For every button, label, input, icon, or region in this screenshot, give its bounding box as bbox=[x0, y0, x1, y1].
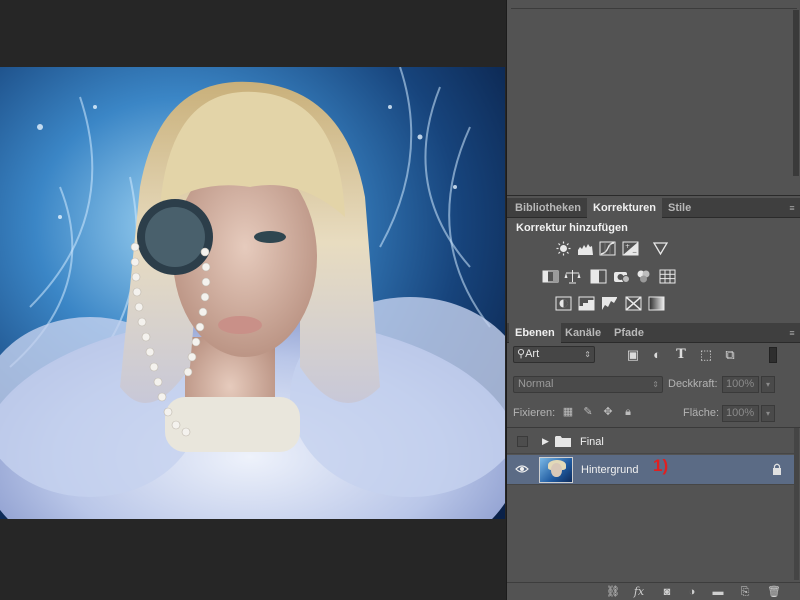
tab-libraries[interactable]: Bibliotheken bbox=[509, 198, 587, 218]
threshold-icon[interactable] bbox=[601, 296, 618, 311]
layers-bottom-bar: ⛓ fx ◙ ◑ ▬ ⎘ 🗑︎ bbox=[507, 582, 800, 600]
opacity-label: Deckkraft: bbox=[668, 378, 718, 390]
invert-icon[interactable] bbox=[555, 296, 572, 311]
link-icon[interactable]: ⛓ bbox=[605, 585, 621, 599]
levels-icon[interactable] bbox=[577, 241, 594, 256]
fx-icon[interactable]: fx bbox=[631, 585, 647, 599]
visibility-toggle[interactable] bbox=[517, 436, 528, 447]
vibrance-icon[interactable] bbox=[652, 241, 669, 256]
panel-menu-icon[interactable]: ≡ bbox=[787, 328, 797, 338]
photo-filter-icon[interactable] bbox=[613, 269, 630, 284]
panel-scrollbar[interactable] bbox=[793, 10, 799, 176]
exposure-icon[interactable]: + − bbox=[622, 241, 639, 256]
fill-label: Fläche: bbox=[683, 407, 720, 419]
adjustment-layer-icon[interactable]: ◑ bbox=[684, 585, 700, 599]
brightness-contrast-icon[interactable] bbox=[555, 241, 572, 256]
new-layer-icon[interactable]: ⎘ bbox=[737, 585, 753, 599]
opacity-dropdown[interactable]: ▾ bbox=[761, 376, 775, 393]
filter-pixel-icon[interactable]: ▣ bbox=[625, 347, 641, 363]
photo-illustration bbox=[0, 67, 505, 519]
lock-label: Fixieren: bbox=[513, 407, 556, 419]
opacity-field[interactable]: 100% bbox=[722, 376, 759, 393]
layers-list: ▶ Final Hintergrund 1) bbox=[507, 427, 800, 583]
blend-mode-select[interactable]: Normal ⇕ bbox=[513, 376, 663, 393]
adjustments-tabbar: Bibliotheken Korrekturen Stile ≡ bbox=[507, 198, 800, 218]
layer-name: Final bbox=[580, 436, 604, 448]
adjustments-title: Korrektur hinzufügen bbox=[516, 222, 628, 234]
annotation-label: 1) bbox=[653, 456, 669, 475]
mask-icon[interactable]: ◙ bbox=[659, 585, 675, 599]
expand-arrow-icon[interactable]: ▶ bbox=[542, 436, 549, 447]
fill-field[interactable]: 100% bbox=[722, 405, 759, 422]
black-white-icon[interactable] bbox=[590, 269, 607, 284]
layer-name: Hintergrund bbox=[581, 464, 639, 476]
posterize-icon[interactable] bbox=[578, 296, 595, 311]
layer-row-background[interactable]: Hintergrund 1) bbox=[507, 455, 794, 485]
filter-adjustment-icon[interactable]: ◐ bbox=[649, 347, 665, 363]
thumbnail-face bbox=[551, 463, 562, 477]
svg-text:+: + bbox=[625, 243, 630, 250]
color-balance-icon[interactable] bbox=[564, 269, 581, 284]
curves-icon[interactable] bbox=[599, 241, 616, 256]
blend-mode-value: Normal bbox=[518, 378, 554, 390]
filter-toggle-switch[interactable] bbox=[769, 347, 777, 363]
lock-icon bbox=[772, 463, 782, 478]
panel-divider bbox=[511, 8, 797, 9]
empty-panel bbox=[507, 0, 800, 196]
new-group-icon[interactable]: ▬ bbox=[710, 585, 726, 599]
hue-saturation-icon[interactable] bbox=[542, 269, 559, 284]
layer-filter-select[interactable]: ⚲Art ⇕ bbox=[513, 346, 595, 363]
panels-dock: Bibliotheken Korrekturen Stile ≡ Korrekt… bbox=[506, 0, 800, 600]
panel-menu-icon[interactable]: ≡ bbox=[787, 203, 797, 213]
channel-mixer-icon[interactable] bbox=[635, 269, 652, 284]
gradient-map-icon[interactable] bbox=[648, 296, 665, 311]
layer-filter-value: Art bbox=[525, 348, 540, 360]
tab-styles[interactable]: Stile bbox=[662, 198, 697, 218]
layers-tabbar: Ebenen Kanäle Pfade ≡ bbox=[507, 323, 800, 343]
lock-all-icon[interactable]: 🔒︎ bbox=[621, 405, 635, 419]
layer-row-final[interactable]: ▶ Final bbox=[507, 430, 794, 454]
search-icon: ⚲ bbox=[517, 348, 526, 360]
fill-dropdown[interactable]: ▾ bbox=[761, 405, 775, 422]
tab-layers[interactable]: Ebenen bbox=[509, 323, 561, 343]
lock-transparent-icon[interactable]: ▦ bbox=[561, 405, 575, 419]
updown-arrow-icon: ⇕ bbox=[652, 380, 659, 389]
lock-brush-icon[interactable]: ✎ bbox=[581, 405, 595, 419]
updown-arrow-icon: ⇕ bbox=[584, 350, 591, 359]
document-canvas[interactable] bbox=[0, 0, 506, 600]
tab-channels[interactable]: Kanäle bbox=[559, 323, 607, 343]
folder-icon bbox=[555, 435, 571, 447]
lock-move-icon[interactable]: ✥ bbox=[601, 405, 615, 419]
svg-text:−: − bbox=[632, 249, 637, 256]
portrait-photo[interactable] bbox=[0, 67, 505, 519]
color-lookup-icon[interactable] bbox=[659, 269, 676, 284]
selective-color-icon[interactable] bbox=[625, 296, 642, 311]
eye-icon[interactable] bbox=[515, 463, 529, 477]
layer-thumbnail bbox=[539, 457, 573, 483]
layers-scrollbar[interactable] bbox=[794, 428, 799, 580]
tab-adjustments[interactable]: Korrekturen bbox=[587, 198, 662, 218]
trash-icon[interactable]: 🗑︎ bbox=[766, 585, 782, 599]
filter-smartobject-icon[interactable]: ⧉ bbox=[722, 347, 738, 363]
filter-shape-icon[interactable]: ⬚ bbox=[698, 347, 714, 363]
tab-paths[interactable]: Pfade bbox=[608, 323, 650, 343]
filter-type-icon[interactable]: T bbox=[673, 347, 689, 363]
